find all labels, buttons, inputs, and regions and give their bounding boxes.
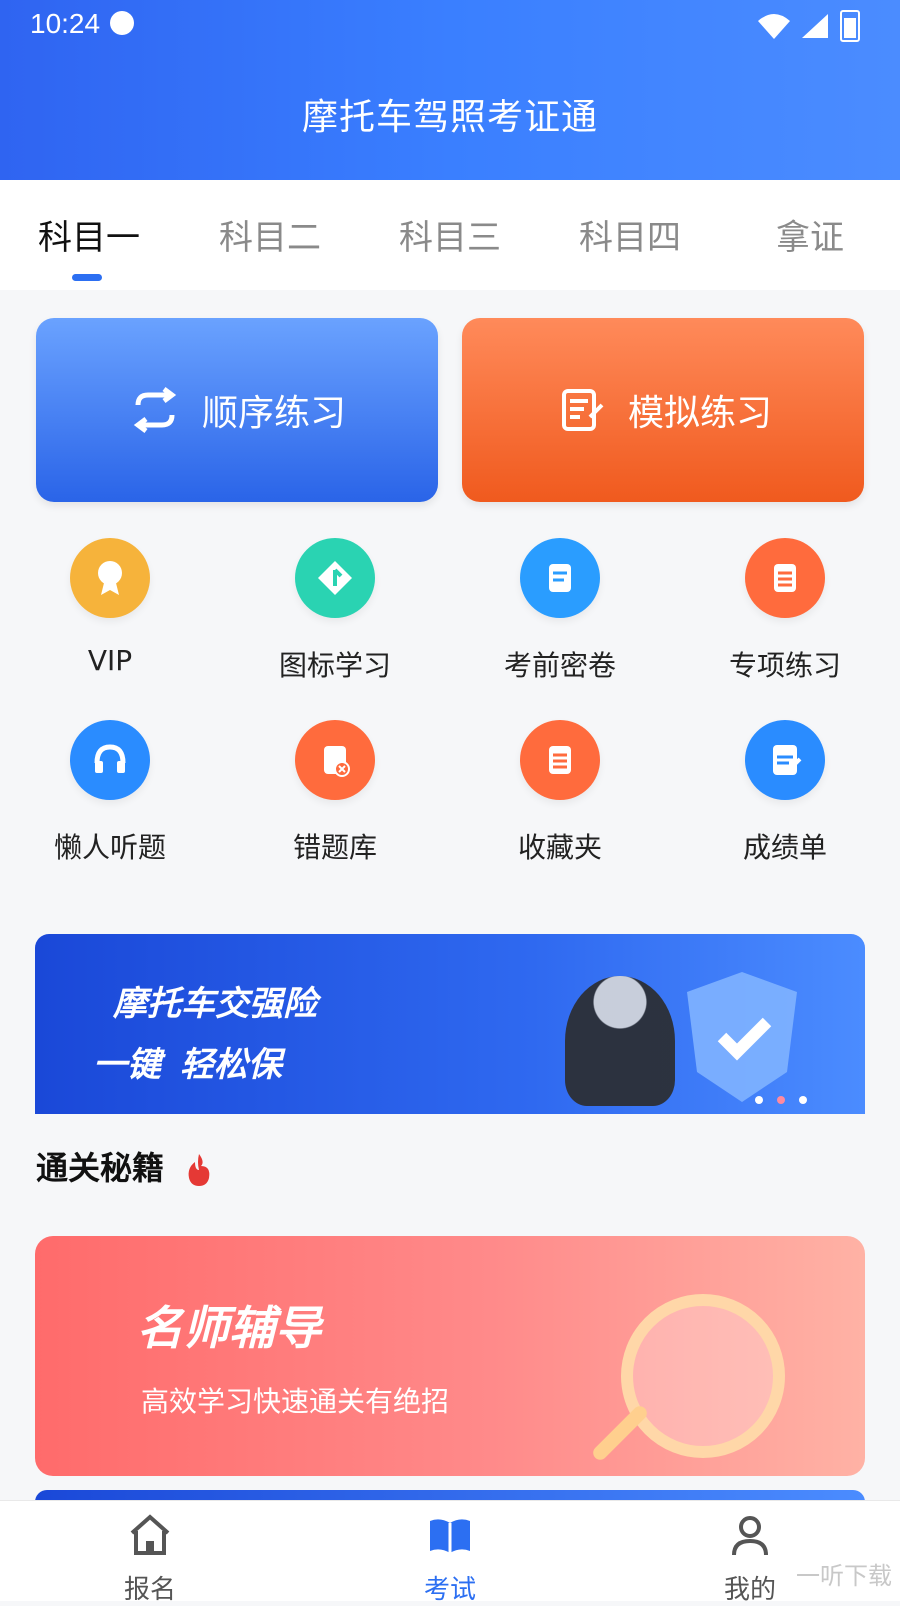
tab-subject-3[interactable]: 科目三: [375, 210, 525, 259]
motorcycle-rider-icon: [565, 976, 675, 1106]
grid-label-score-report: 成绩单: [742, 831, 827, 864]
wifi-icon: [758, 14, 790, 39]
shield-check-icon: [687, 972, 797, 1102]
subject-tabs: 科目一 科目二 科目三 科目四 拿证: [0, 180, 900, 290]
banner-dot-2[interactable]: [777, 1096, 785, 1104]
headphones-icon: [70, 720, 150, 800]
grid-item-score-report[interactable]: 成绩单: [695, 720, 875, 866]
book-icon: [430, 1519, 470, 1553]
checklist-icon: [745, 538, 825, 618]
exam-paper-icon: [561, 389, 604, 431]
nav-signup-label: 报名: [123, 1575, 176, 1605]
grid-item-favorites[interactable]: 收藏夹: [470, 720, 650, 866]
grid-label-pre-exam: 考前密卷: [503, 649, 616, 682]
notification-icon: [110, 11, 134, 35]
banner-dot-1[interactable]: [755, 1096, 763, 1104]
insurance-banner[interactable]: 摩托车交强险 一键 轻松保: [35, 934, 865, 1114]
grid-label-special-practice: 专项练习: [728, 649, 841, 682]
grid-label-listen: 懒人听题: [53, 831, 166, 864]
section-title-text: 通关秘籍: [36, 1149, 165, 1187]
nav-exam[interactable]: 考试: [360, 1511, 540, 1606]
status-bar: 10:24: [0, 0, 900, 50]
favorites-icon: [520, 720, 600, 800]
bottom-navigation: 报名 考试 我的 一听下载: [0, 1500, 900, 1605]
banner-line2-prefix: 一键: [93, 1045, 161, 1085]
battery-icon: [840, 10, 860, 42]
active-tab-indicator: [72, 274, 102, 281]
grid-item-wrong-bank[interactable]: 错题库: [245, 720, 425, 866]
nav-exam-label: 考试: [423, 1575, 476, 1605]
mock-practice-label: 模拟练习: [627, 393, 772, 434]
banner-line2: 一键 轻松保: [93, 1026, 282, 1089]
grid-label-vip: VIP: [87, 644, 133, 677]
app-title: 摩托车驾照考证通: [301, 97, 598, 138]
banner-line1: 摩托车交强险: [113, 984, 317, 1024]
banner-dot-3[interactable]: [799, 1096, 807, 1104]
grid-label-icon-study: 图标学习: [278, 649, 391, 682]
tutor-card[interactable]: 名师辅导 高效学习快速通关有绝招: [35, 1236, 865, 1476]
home-icon: [130, 1514, 170, 1555]
grid-item-icon-study[interactable]: 图标学习: [245, 538, 425, 684]
nav-signup[interactable]: 报名: [60, 1511, 240, 1606]
document-icon: [520, 538, 600, 618]
wrong-bank-icon: [295, 720, 375, 800]
watermark: 一听下载: [796, 1562, 892, 1590]
status-time: 10:24: [30, 8, 101, 39]
signal-icon: [802, 14, 828, 38]
app-header: 10:24 摩托车驾照考证通: [0, 0, 900, 180]
grid-item-listen[interactable]: 懒人听题: [20, 720, 200, 866]
vip-icon: [70, 538, 150, 618]
grid-label-favorites: 收藏夹: [517, 831, 602, 864]
magnifier-icon: [621, 1294, 785, 1458]
status-icons: [758, 10, 860, 42]
tab-subject-2[interactable]: 科目二: [195, 210, 345, 259]
grid-label-wrong-bank: 错题库: [292, 831, 377, 864]
sequence-practice-button[interactable]: 顺序练习: [36, 318, 438, 502]
grid-item-special-practice[interactable]: 专项练习: [695, 538, 875, 684]
fire-icon: [188, 1154, 210, 1186]
magnifier-handle: [590, 1403, 650, 1463]
card-subtitle: 高效学习快速通关有绝招: [141, 1385, 450, 1418]
mock-practice-button[interactable]: 模拟练习: [462, 318, 864, 502]
tab-license[interactable]: 拿证: [735, 210, 885, 259]
banner-line2-main: 轻松保: [179, 1045, 282, 1085]
sequence-practice-label: 顺序练习: [201, 393, 346, 434]
grid-item-vip[interactable]: VIP: [20, 538, 200, 677]
card-title: 名师辅导: [137, 1301, 321, 1355]
road-sign-icon: [295, 538, 375, 618]
tab-subject-1[interactable]: 科目一: [14, 210, 164, 259]
repeat-icon: [133, 387, 177, 433]
section-title: 通关秘籍: [36, 1143, 215, 1189]
user-icon: [732, 1516, 768, 1556]
score-report-icon: [745, 720, 825, 800]
grid-item-pre-exam[interactable]: 考前密卷: [470, 538, 650, 684]
tab-subject-4[interactable]: 科目四: [555, 210, 705, 259]
